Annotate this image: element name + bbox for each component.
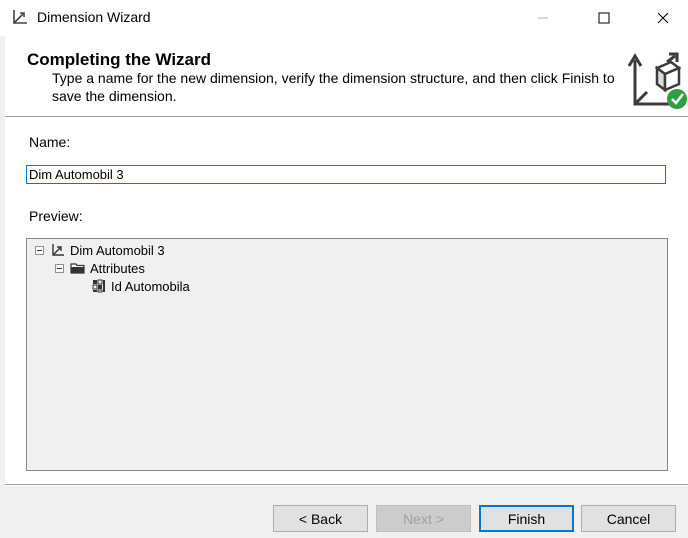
name-input[interactable]: [26, 165, 666, 184]
tree-node-label: Id Automobila: [111, 278, 190, 294]
tree-node-attributes[interactable]: Attributes: [55, 259, 145, 277]
title-bar[interactable]: Dimension Wizard: [0, 0, 688, 35]
dimension-cube-check-icon: [627, 48, 688, 114]
collapse-icon[interactable]: [35, 245, 44, 255]
name-label: Name:: [29, 134, 71, 150]
cancel-button[interactable]: Cancel: [581, 505, 676, 532]
folder-icon: [70, 260, 86, 276]
tree-node-label: Dim Automobil 3: [70, 242, 165, 258]
tree-node-attribute[interactable]: Id Automobila: [91, 277, 190, 295]
tree-node-dimension[interactable]: Dim Automobil 3: [35, 241, 165, 259]
page-description: Type a name for the new dimension, verif…: [52, 70, 615, 104]
preview-tree[interactable]: Dim Automobil 3 Attributes Id Automobila: [26, 238, 668, 471]
dimension-icon: [50, 242, 66, 258]
window-title: Dimension Wizard: [37, 9, 151, 25]
next-button: Next >: [376, 505, 471, 532]
attribute-icon: [91, 278, 107, 294]
back-button[interactable]: < Back: [273, 505, 368, 532]
tree-node-label: Attributes: [90, 260, 145, 276]
dimension-icon: [11, 8, 29, 26]
minimize-icon[interactable]: [520, 0, 566, 35]
collapse-icon[interactable]: [55, 263, 64, 273]
finish-button[interactable]: Finish: [479, 505, 574, 532]
wizard-header: Completing the Wizard Type a name for th…: [5, 38, 688, 117]
page-title: Completing the Wizard: [27, 50, 212, 69]
maximize-icon[interactable]: [581, 0, 627, 35]
preview-label: Preview:: [29, 208, 83, 224]
close-icon[interactable]: [640, 0, 686, 35]
